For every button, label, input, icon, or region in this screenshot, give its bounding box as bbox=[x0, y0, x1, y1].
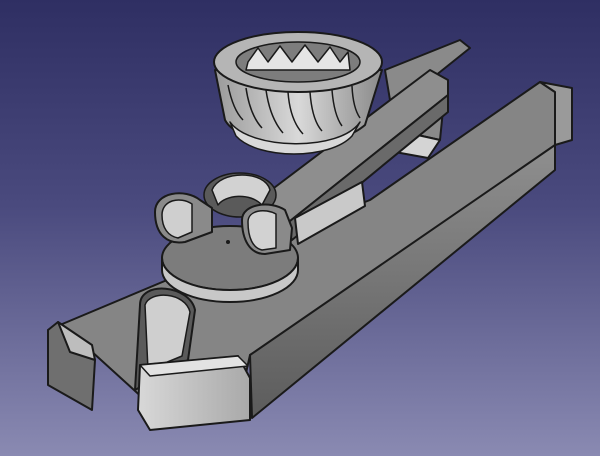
clamp-right bbox=[241, 203, 293, 255]
cad-model[interactable] bbox=[0, 0, 600, 456]
clamp-left bbox=[154, 192, 213, 244]
3d-viewport[interactable] bbox=[0, 0, 600, 456]
